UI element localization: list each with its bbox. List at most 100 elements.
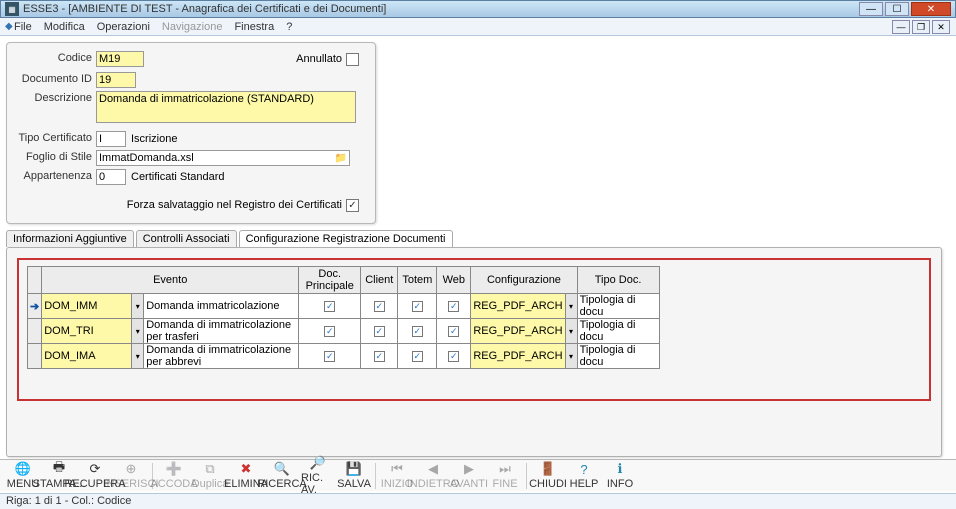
table-row[interactable]: DOM_IMA▾Domanda di immatricolazione per …: [28, 344, 660, 369]
grid-cell-config[interactable]: REG_PDF_ARCH: [471, 319, 565, 344]
dropdown-icon[interactable]: ▾: [565, 344, 577, 369]
field-documento-id[interactable]: 19: [96, 72, 136, 88]
grid-checkbox-cell[interactable]: ✓: [299, 344, 361, 369]
grid-cell-tipo: Tipologia di docu: [577, 344, 659, 369]
menu-navigazione[interactable]: Navigazione: [162, 21, 223, 33]
dropdown-icon[interactable]: ▾: [132, 294, 144, 319]
row-selector[interactable]: [28, 344, 42, 369]
search-icon: 🔍: [274, 461, 290, 477]
grid-cell-code[interactable]: DOM_IMA: [42, 344, 132, 369]
field-appart-label: Certificati Standard: [129, 169, 329, 185]
label-codice: Codice: [17, 51, 92, 64]
mdi-close-button[interactable]: ✕: [932, 20, 950, 34]
toolbar-avanti-button[interactable]: ▶AVANTI: [452, 461, 486, 490]
window-close-button[interactable]: ✕: [911, 2, 951, 16]
field-descrizione[interactable]: Domanda di immatricolazione (STANDARD): [96, 91, 356, 123]
last-icon: ⏭: [497, 461, 513, 477]
dropdown-icon[interactable]: ▾: [132, 344, 144, 369]
grid-checkbox-cell[interactable]: ✓: [398, 344, 437, 369]
label-documento-id: Documento ID: [17, 72, 92, 85]
grid-cell-desc: Domanda immatricolazione: [144, 294, 299, 319]
field-foglio-stile[interactable]: ImmatDomanda.xsl: [96, 150, 350, 166]
checkbox-annullato[interactable]: [346, 53, 359, 66]
grid-checkbox-cell[interactable]: ✓: [398, 319, 437, 344]
window-min-button[interactable]: —: [859, 2, 883, 16]
help-icon: ?: [576, 461, 592, 477]
grid-checkbox-cell[interactable]: ✓: [299, 319, 361, 344]
label-annullato: Annullato: [296, 53, 342, 65]
mdi-restore-button[interactable]: ❐: [912, 20, 930, 34]
grid-panel: Evento Doc. Principale Client Totem Web …: [6, 247, 942, 457]
toolbar-indietro-button[interactable]: ◀INDIETRO: [416, 461, 450, 490]
retrieve-icon: ⟳: [87, 461, 103, 477]
duplicate-icon: ⧉: [202, 461, 218, 477]
menu-finestra[interactable]: Finestra: [234, 21, 274, 33]
field-appart-code[interactable]: 0: [96, 169, 126, 185]
menu-help[interactable]: ?: [286, 21, 292, 33]
grid-header-selector: [28, 267, 42, 294]
grid-header-totem: Totem: [398, 267, 437, 294]
grid-header-client: Client: [361, 267, 398, 294]
grid-header-doc-principale: Doc. Principale: [299, 267, 361, 294]
field-codice[interactable]: M19: [96, 51, 144, 67]
field-tipo-code[interactable]: I: [96, 131, 126, 147]
grid-checkbox-cell[interactable]: ✓: [299, 294, 361, 319]
first-icon: ⏮: [389, 461, 405, 477]
field-tipo-label: Iscrizione: [129, 131, 329, 147]
tab-controlli-associati[interactable]: Controlli Associati: [136, 230, 237, 247]
grid-checkbox-cell[interactable]: ✓: [361, 294, 398, 319]
globe-icon: 🌐: [15, 461, 31, 477]
toolbar-duplica-button[interactable]: ⧉Duplica: [193, 461, 227, 490]
grid-header-web: Web: [437, 267, 471, 294]
toolbar-ricav-button[interactable]: 🔎RIC. AV.: [301, 455, 335, 496]
toolbar-salva-button[interactable]: 💾SALVA: [337, 461, 371, 490]
toolbar-accoda-button[interactable]: ➕ACCODA: [157, 461, 191, 490]
printer-icon: 🖶: [51, 461, 67, 477]
grid-cell-code[interactable]: DOM_IMM: [42, 294, 132, 319]
label-tipo-certificato: Tipo Certificato: [17, 131, 92, 144]
menu-operazioni[interactable]: Operazioni: [97, 21, 150, 33]
grid-header-evento: Evento: [42, 267, 299, 294]
grid-header-configurazione: Configurazione: [471, 267, 577, 294]
row-selector[interactable]: [28, 319, 42, 344]
menu-bullet-icon: ◆: [5, 21, 13, 32]
grid-checkbox-cell[interactable]: ✓: [437, 344, 471, 369]
status-bar: Riga: 1 di 1 - Col.: Codice: [0, 493, 956, 509]
checkbox-forza-salvataggio[interactable]: [346, 199, 359, 212]
window-max-button[interactable]: ☐: [885, 2, 909, 16]
grid-checkbox-cell[interactable]: ✓: [398, 294, 437, 319]
tab-informazioni-aggiuntive[interactable]: Informazioni Aggiuntive: [6, 230, 134, 247]
grid-cell-code[interactable]: DOM_TRI: [42, 319, 132, 344]
grid-cell-config[interactable]: REG_PDF_ARCH: [471, 344, 565, 369]
toolbar-fine-button[interactable]: ⏭FINE: [488, 461, 522, 490]
window-title: ESSE3 - [AMBIENTE DI TEST - Anagrafica d…: [23, 3, 859, 15]
mdi-min-button[interactable]: —: [892, 20, 910, 34]
grid-checkbox-cell[interactable]: ✓: [437, 294, 471, 319]
dropdown-icon[interactable]: ▾: [565, 294, 577, 319]
tab-configurazione-registrazione[interactable]: Configurazione Registrazione Documenti: [239, 230, 453, 247]
menu-modifica[interactable]: Modifica: [44, 21, 85, 33]
delete-icon: ✖: [238, 461, 254, 477]
grid-cell-tipo: Tipologia di docu: [577, 294, 659, 319]
grid-cell-config[interactable]: REG_PDF_ARCH: [471, 294, 565, 319]
table-row[interactable]: ➔DOM_IMM▾Domanda immatricolazione✓✓✓✓REG…: [28, 294, 660, 319]
toolbar-ricerca-button[interactable]: 🔍RICERCA: [265, 461, 299, 490]
grid-checkbox-cell[interactable]: ✓: [437, 319, 471, 344]
dropdown-icon[interactable]: ▾: [132, 319, 144, 344]
toolbar-inserisci-button[interactable]: ⊕INSERISCI: [114, 461, 148, 490]
grid-cell-desc: Domanda di immatricolazione per trasferi: [144, 319, 299, 344]
grid-checkbox-cell[interactable]: ✓: [361, 319, 398, 344]
toolbar-help-button[interactable]: ?HELP: [567, 461, 601, 490]
table-row[interactable]: DOM_TRI▾Domanda di immatricolazione per …: [28, 319, 660, 344]
label-descrizione: Descrizione: [17, 91, 92, 104]
row-selector[interactable]: ➔: [28, 294, 42, 319]
toolbar-info-button[interactable]: ℹINFO: [603, 461, 637, 490]
toolbar-chiudi-button[interactable]: 🚪CHIUDI: [531, 461, 565, 490]
menu-file[interactable]: File: [14, 21, 32, 33]
insert-icon: ⊕: [123, 461, 139, 477]
grid-checkbox-cell[interactable]: ✓: [361, 344, 398, 369]
grid-header-tipo-doc: Tipo Doc.: [577, 267, 659, 294]
dropdown-icon[interactable]: ▾: [565, 319, 577, 344]
label-foglio-stile: Foglio di Stile: [17, 150, 92, 163]
label-forza-salvataggio: Forza salvataggio nel Registro dei Certi…: [127, 199, 342, 211]
